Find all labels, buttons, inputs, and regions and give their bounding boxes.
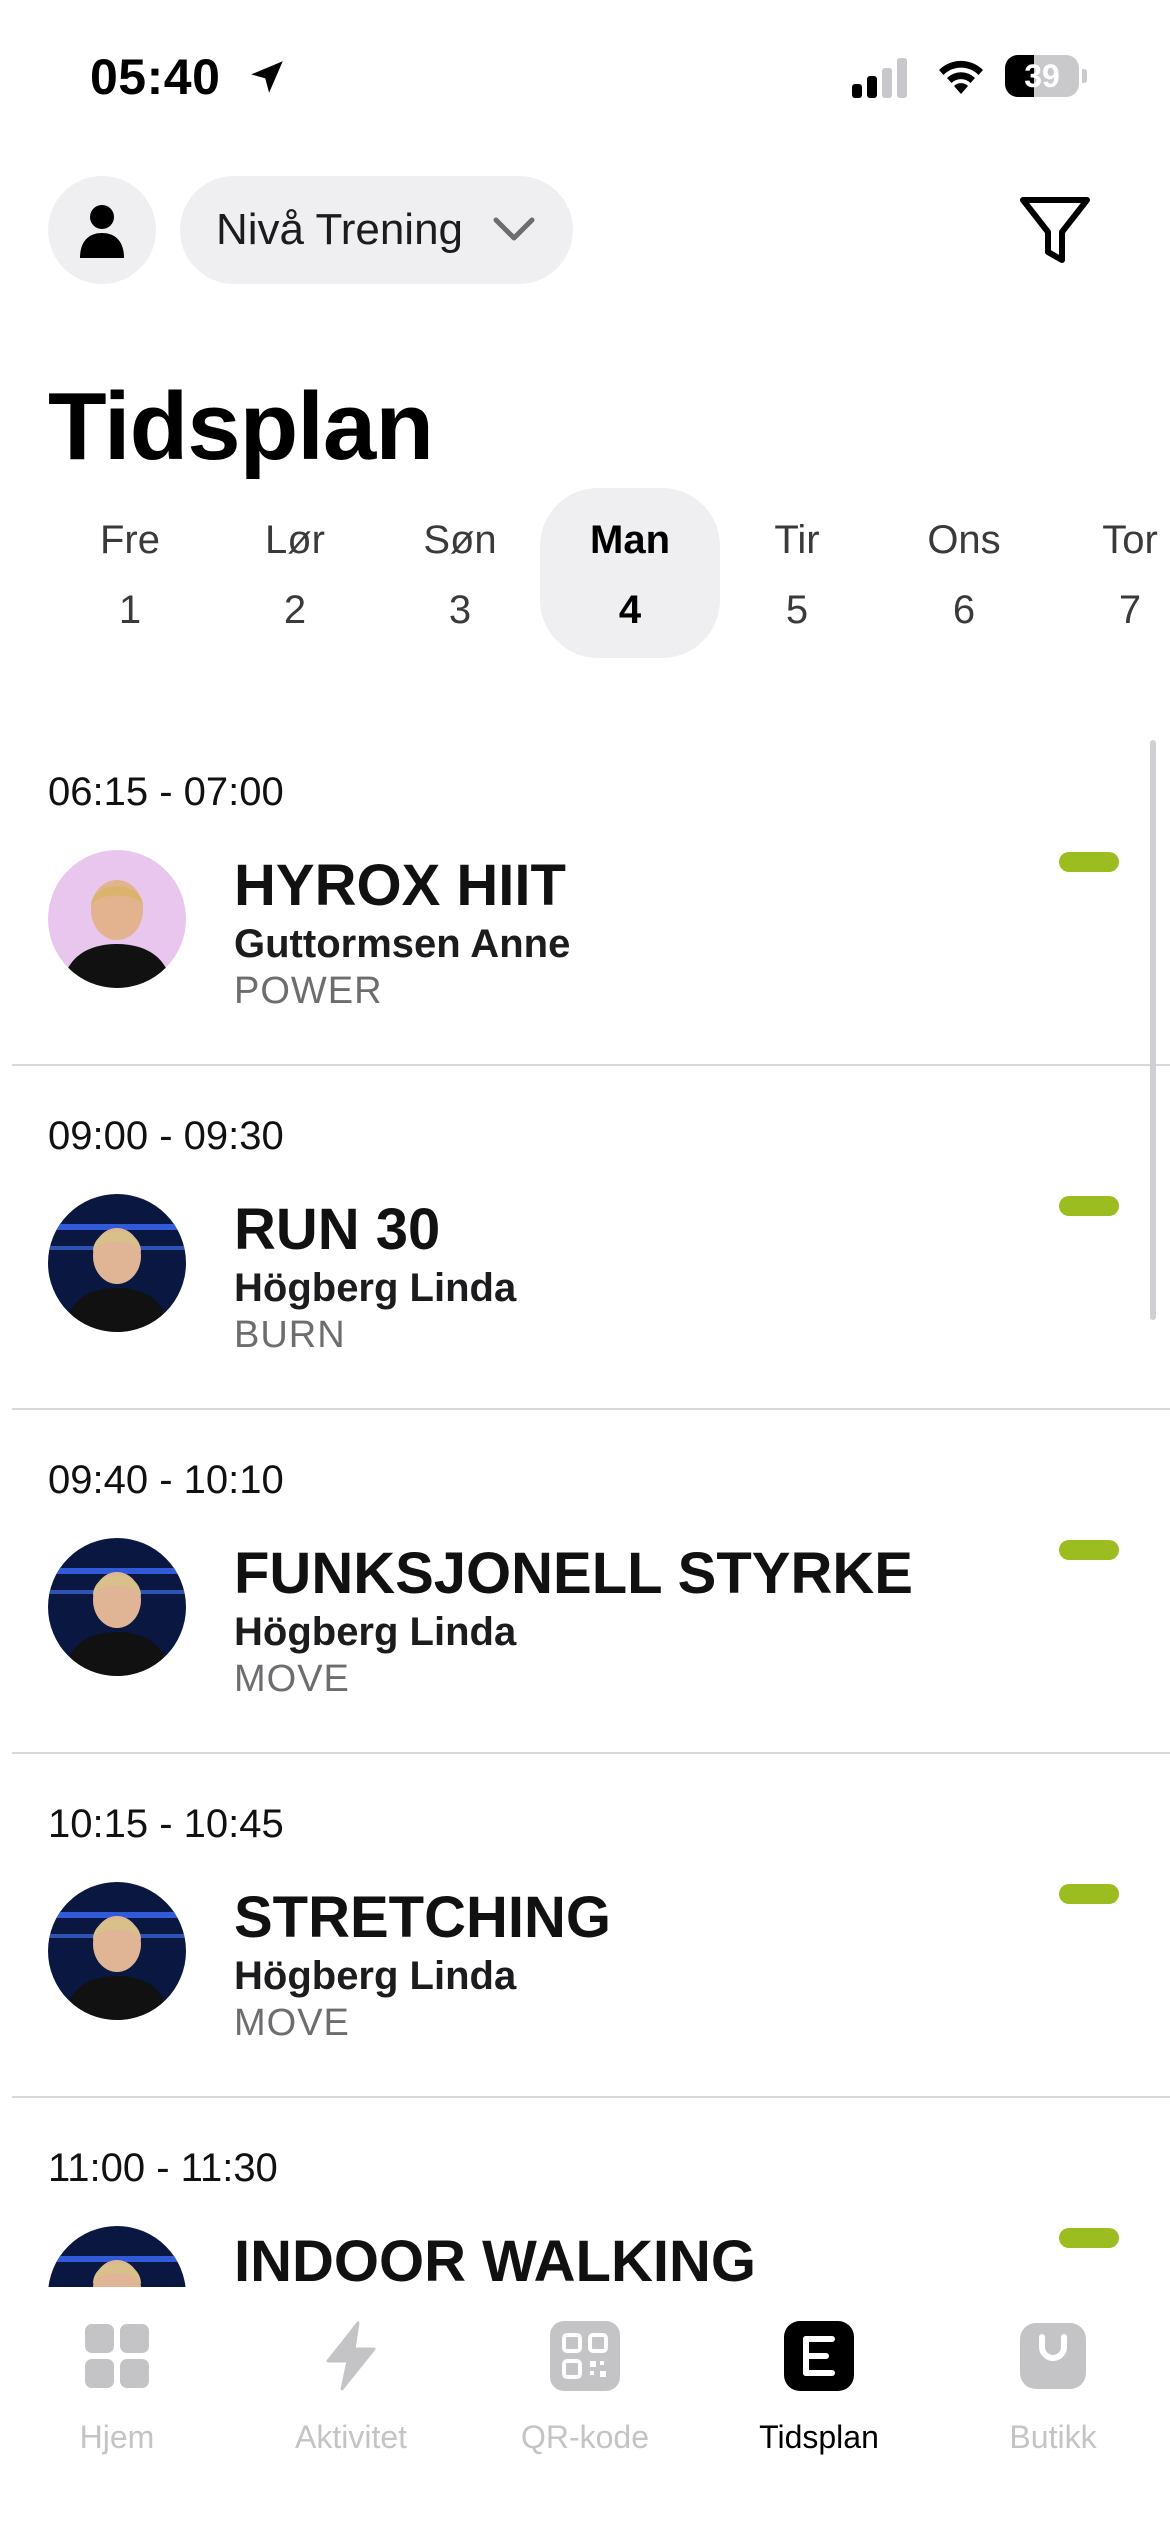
tab-label: Butikk xyxy=(1009,2419,1097,2455)
tab-label: Tidsplan xyxy=(759,2419,879,2455)
qr-code-icon xyxy=(550,2321,620,2391)
availability-indicator xyxy=(1059,852,1119,872)
day-lor[interactable]: Lør 2 xyxy=(205,488,385,658)
class-item[interactable]: 11:00 - 11:30 INDOOR WALKING xyxy=(0,2098,1170,2287)
tab-hjem[interactable]: Hjem xyxy=(0,2307,234,2507)
availability-indicator xyxy=(1059,1196,1119,1216)
class-name: RUN 30 xyxy=(234,1197,441,1262)
instructor-avatar xyxy=(48,1194,186,1332)
day-son[interactable]: Søn 3 xyxy=(370,488,550,658)
class-instructor: Högberg Linda xyxy=(234,1266,517,1310)
class-name: STRETCHING xyxy=(234,1885,611,1950)
class-time: 09:00 - 09:30 xyxy=(48,1114,284,1158)
status-bar: 05:40 39 xyxy=(0,0,1170,150)
class-item[interactable]: 09:00 - 09:30 RUN 30 Högberg Linda BURN xyxy=(0,1066,1170,1410)
class-time: 10:15 - 10:45 xyxy=(48,1802,284,1846)
status-time: 05:40 xyxy=(90,49,221,105)
page-title: Tidsplan xyxy=(48,373,434,480)
battery-indicator: 39 xyxy=(1005,55,1087,97)
filter-icon[interactable] xyxy=(1015,190,1095,270)
instructor-avatar xyxy=(48,1882,186,2020)
location-arrow-icon xyxy=(251,61,283,93)
instructor-avatar xyxy=(48,2226,186,2287)
class-item[interactable]: 06:15 - 07:00 HYROX HIIT Guttormsen Anne… xyxy=(0,722,1170,1066)
class-item[interactable]: 10:15 - 10:45 STRETCHING Högberg Linda M… xyxy=(0,1754,1170,2098)
day-man-selected[interactable]: Man 4 xyxy=(540,488,720,658)
class-category: POWER xyxy=(234,970,383,1012)
day-tir[interactable]: Tir 5 xyxy=(707,488,887,658)
shopping-bag-icon xyxy=(1020,2323,1086,2389)
class-item[interactable]: 09:40 - 10:10 FUNKSJONELL STYRKE Högberg… xyxy=(0,1410,1170,1754)
tab-label: QR-kode xyxy=(520,2419,650,2455)
class-instructor: Högberg Linda xyxy=(234,1610,517,1654)
wifi-icon xyxy=(939,60,983,94)
class-instructor: Guttormsen Anne xyxy=(234,922,571,966)
day-ons[interactable]: Ons 6 xyxy=(874,488,1054,658)
class-instructor: Högberg Linda xyxy=(234,1954,517,1998)
instructor-avatar xyxy=(48,1538,186,1676)
availability-indicator xyxy=(1059,1540,1119,1560)
tab-qr-kode[interactable]: QR-kode xyxy=(468,2307,702,2507)
tab-bar: Hjem Aktivitet QR-kode Tidsplan Butikk xyxy=(0,2287,1170,2532)
cellular-signal-icon xyxy=(852,58,912,98)
tab-label: Hjem xyxy=(79,2419,155,2455)
battery-percent: 39 xyxy=(1024,58,1060,94)
class-list[interactable]: 06:15 - 07:00 HYROX HIIT Guttormsen Anne… xyxy=(0,722,1170,2287)
availability-indicator xyxy=(1059,1884,1119,1904)
person-icon xyxy=(80,205,124,258)
class-time: 11:00 - 11:30 xyxy=(48,2146,278,2190)
class-category: MOVE xyxy=(234,1658,350,1700)
instructor-avatar xyxy=(48,850,186,988)
availability-indicator xyxy=(1059,2228,1119,2248)
day-fre[interactable]: Fre 1 xyxy=(40,488,220,658)
tab-label: Aktivitet xyxy=(294,2419,408,2455)
class-time: 06:15 - 07:00 xyxy=(48,770,284,814)
scroll-indicator[interactable] xyxy=(1150,740,1156,1320)
chevron-down-icon xyxy=(493,217,535,241)
profile-button[interactable] xyxy=(48,176,156,284)
class-name: INDOOR WALKING xyxy=(234,2229,756,2287)
schedule-icon xyxy=(784,2321,854,2391)
gym-selector[interactable]: Nivå Trening xyxy=(180,176,573,284)
gym-selector-label: Nivå Trening xyxy=(216,205,464,254)
class-name: FUNKSJONELL STYRKE xyxy=(234,1541,913,1606)
class-time: 09:40 - 10:10 xyxy=(48,1458,284,1502)
class-category: MOVE xyxy=(234,2002,350,2044)
tab-butikk[interactable]: Butikk xyxy=(936,2307,1170,2507)
day-selector: Fre 1 Lør 2 Søn 3 Man 4 Tir 5 Ons 6 Tor … xyxy=(0,488,1170,658)
day-tor[interactable]: Tor 7 xyxy=(1040,488,1170,658)
lightning-bolt-icon xyxy=(326,2321,376,2391)
class-category: BURN xyxy=(234,1314,346,1356)
tab-aktivitet[interactable]: Aktivitet xyxy=(234,2307,468,2507)
tab-tidsplan-active[interactable]: Tidsplan xyxy=(702,2307,936,2507)
home-grid-icon xyxy=(85,2324,149,2388)
class-name: HYROX HIIT xyxy=(234,853,566,918)
